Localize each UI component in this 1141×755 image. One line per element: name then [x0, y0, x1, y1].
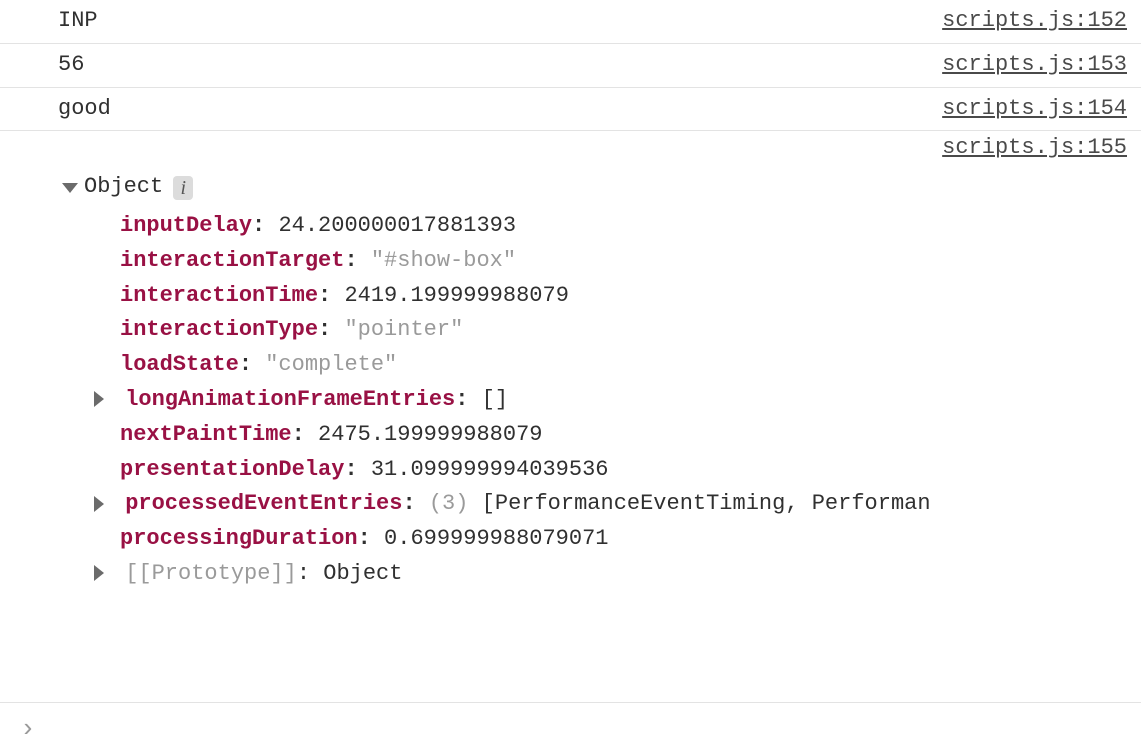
console-log-row: 56 scripts.js:153	[0, 44, 1141, 88]
chevron-right-icon[interactable]	[94, 565, 104, 581]
console-prompt[interactable]: ›	[0, 702, 1141, 755]
log-message: 56	[58, 50, 84, 81]
chevron-down-icon[interactable]	[62, 183, 78, 193]
property-value: []	[482, 387, 508, 412]
source-link[interactable]: scripts.js:152	[942, 6, 1127, 37]
property-key: presentationDelay	[120, 457, 344, 482]
source-link[interactable]: scripts.js:155	[942, 133, 1127, 164]
object-source-row: scripts.js:155	[58, 133, 1127, 172]
property-key: processedEventEntries	[125, 491, 402, 516]
property-key: processingDuration	[120, 526, 358, 551]
info-icon[interactable]: i	[173, 176, 193, 200]
object-property: interactionTime: 2419.199999988079	[94, 279, 1127, 314]
property-value: "#show-box"	[371, 248, 516, 273]
object-tree: inputDelay: 24.200000017881393 interacti…	[58, 209, 1127, 592]
prototype-value: Object	[323, 561, 402, 586]
log-message: good	[58, 94, 111, 125]
property-key: interactionType	[120, 317, 318, 342]
object-property: nextPaintTime: 2475.199999988079	[94, 418, 1127, 453]
console-log-row: good scripts.js:154	[0, 88, 1141, 132]
log-message: INP	[58, 6, 98, 37]
source-link[interactable]: scripts.js:154	[942, 94, 1127, 125]
object-property: inputDelay: 24.200000017881393	[94, 209, 1127, 244]
object-prototype[interactable]: [[Prototype]]: Object	[94, 557, 1127, 592]
chevron-right-icon: ›	[20, 711, 36, 747]
chevron-right-icon[interactable]	[94, 391, 104, 407]
object-header[interactable]: Object i	[58, 172, 1127, 203]
console-panel: INP scripts.js:152 56 scripts.js:153 goo…	[0, 0, 1141, 755]
property-value: 2475.199999988079	[318, 422, 542, 447]
prototype-key: [[Prototype]]	[125, 561, 297, 586]
property-key: longAnimationFrameEntries	[125, 387, 455, 412]
property-value: 0.699999988079071	[384, 526, 608, 551]
property-value: "pointer"	[344, 317, 463, 342]
object-property: presentationDelay: 31.099999994039536	[94, 453, 1127, 488]
object-property: loadState: "complete"	[94, 348, 1127, 383]
property-key: interactionTarget	[120, 248, 344, 273]
property-value: 24.200000017881393	[278, 213, 516, 238]
property-key: inputDelay	[120, 213, 252, 238]
property-preview: [PerformanceEventTiming, Performan	[482, 491, 931, 516]
property-value: "complete"	[265, 352, 397, 377]
object-property-expandable[interactable]: longAnimationFrameEntries: []	[94, 383, 1127, 418]
object-property: processingDuration: 0.699999988079071	[94, 522, 1127, 557]
console-object-log: scripts.js:155 Object i inputDelay: 24.2…	[0, 131, 1141, 599]
property-key: nextPaintTime	[120, 422, 292, 447]
object-property-expandable[interactable]: processedEventEntries: (3) [PerformanceE…	[94, 487, 1127, 522]
property-count: (3)	[429, 491, 469, 516]
object-property: interactionType: "pointer"	[94, 313, 1127, 348]
property-key: interactionTime	[120, 283, 318, 308]
object-label: Object	[84, 172, 163, 203]
object-property: interactionTarget: "#show-box"	[94, 244, 1127, 279]
property-value: 2419.199999988079	[344, 283, 568, 308]
chevron-right-icon[interactable]	[94, 496, 104, 512]
property-value: 31.099999994039536	[371, 457, 609, 482]
property-key: loadState	[120, 352, 239, 377]
console-log-row: INP scripts.js:152	[0, 0, 1141, 44]
source-link[interactable]: scripts.js:153	[942, 50, 1127, 81]
